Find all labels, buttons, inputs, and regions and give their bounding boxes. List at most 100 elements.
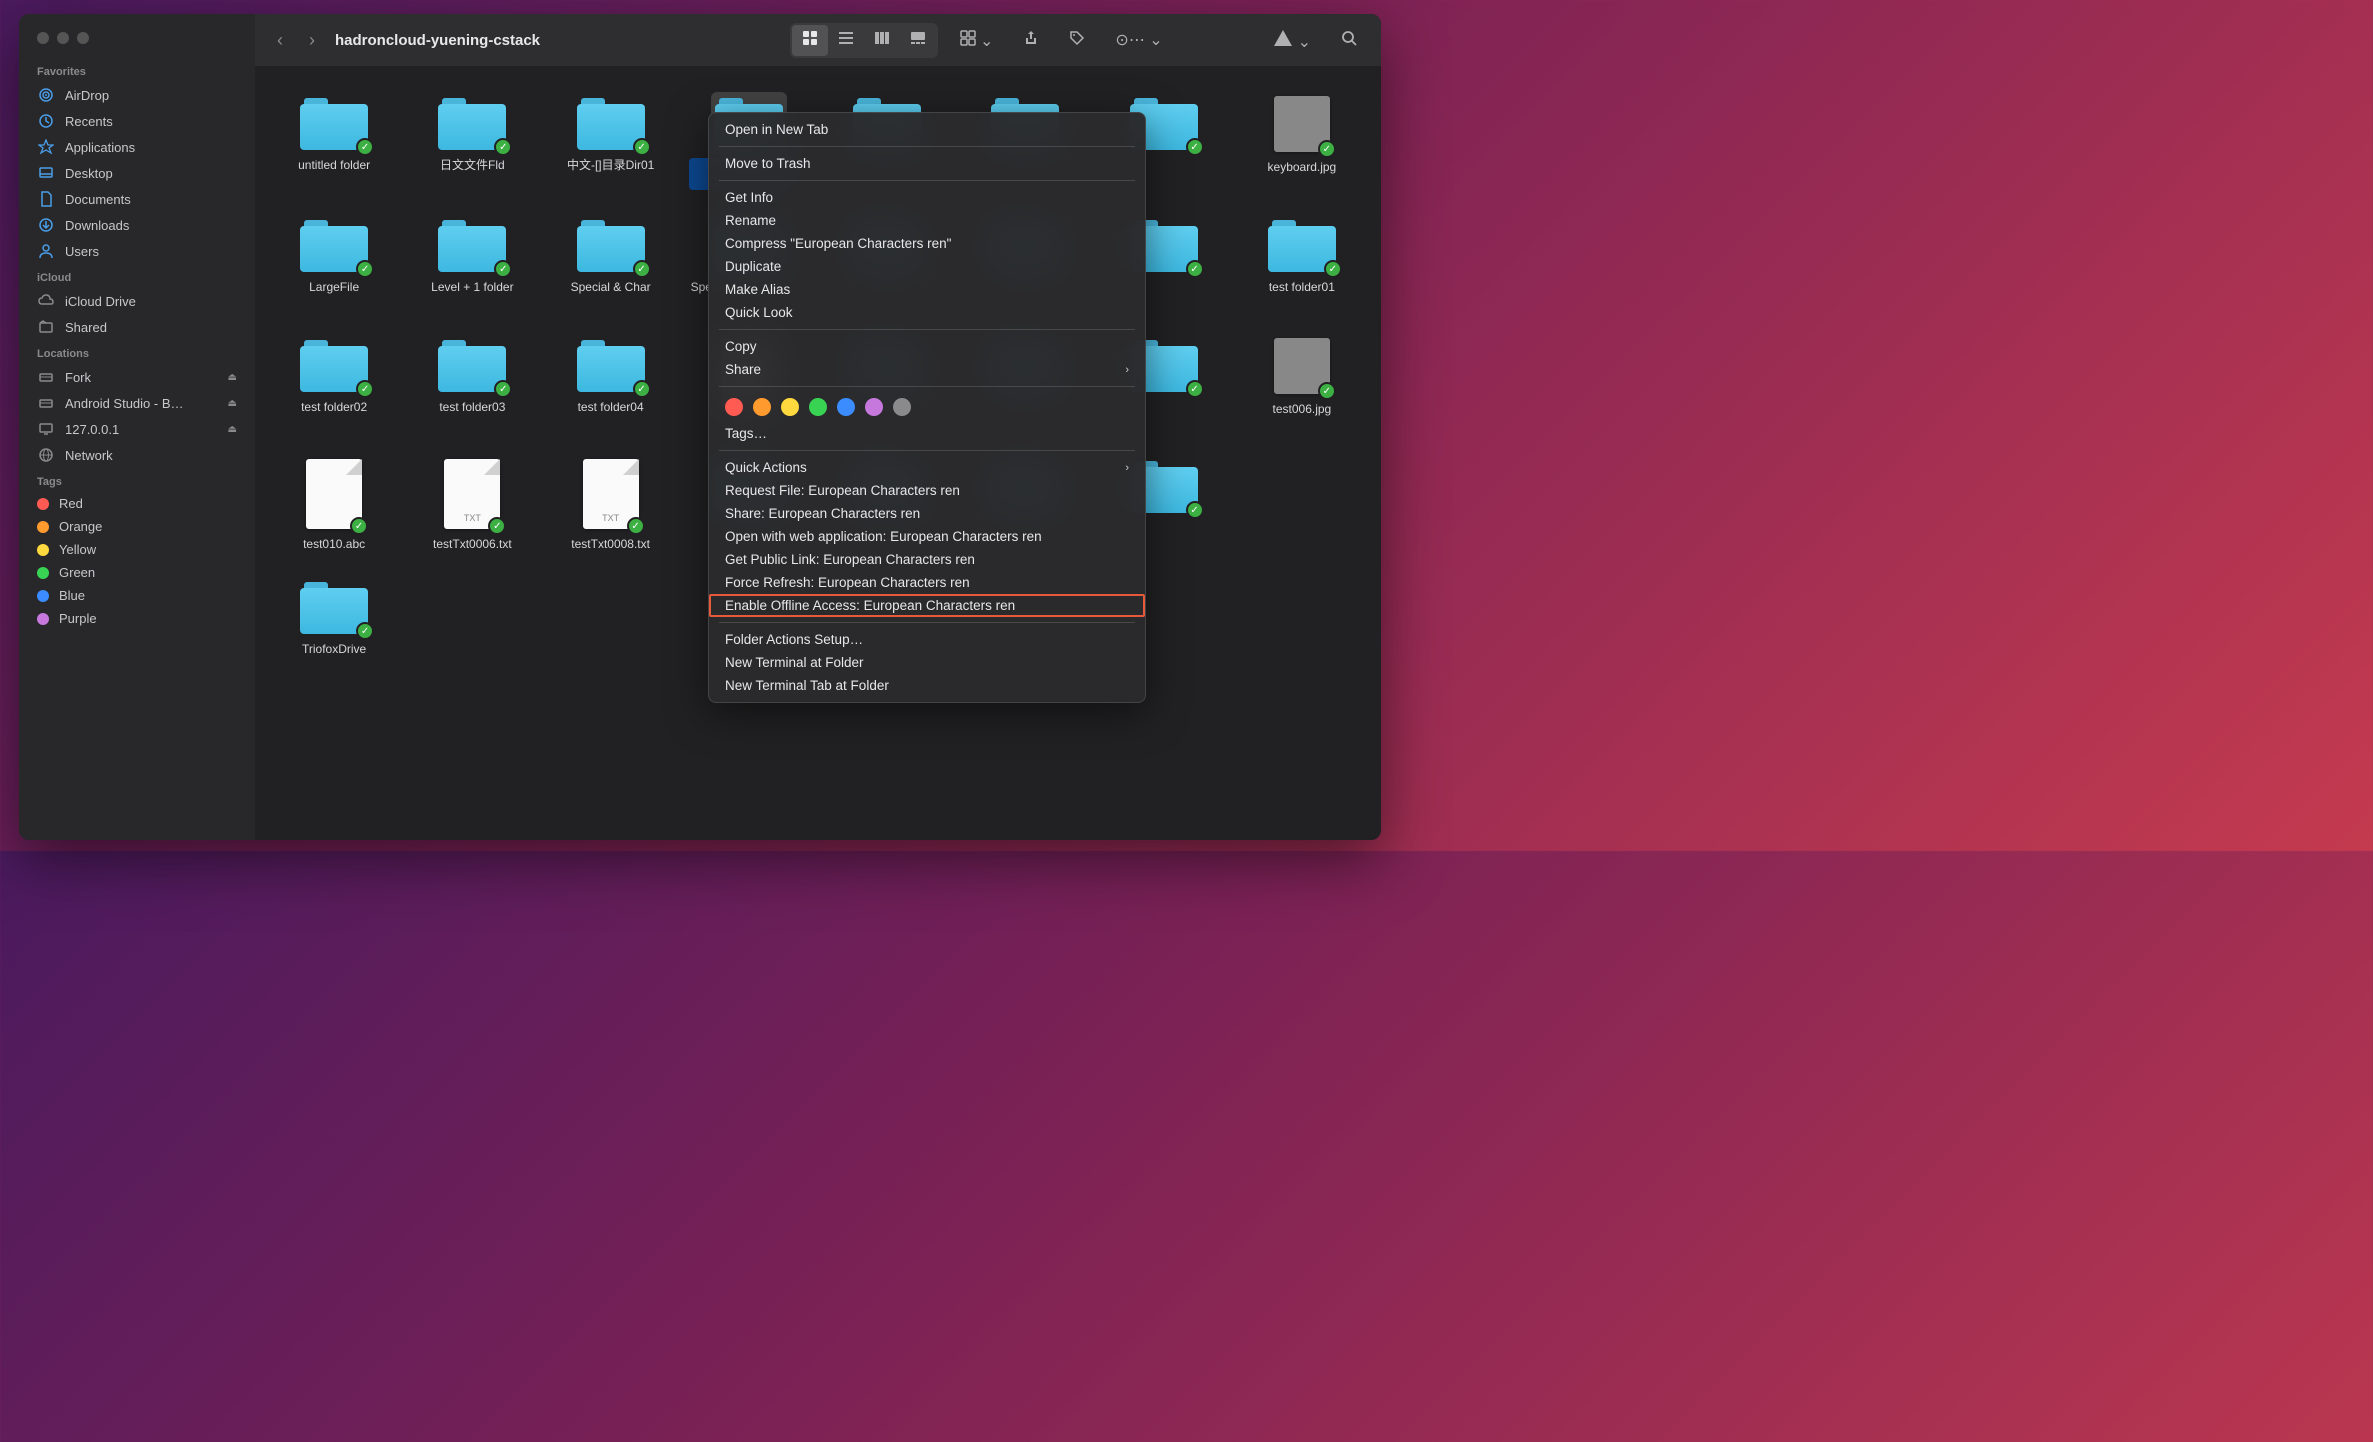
forward-button[interactable]: › [303, 26, 321, 55]
file-label: test006.jpg [1273, 402, 1332, 417]
sidebar-item-recents[interactable]: Recents [19, 108, 255, 134]
menu-rename[interactable]: Rename [709, 209, 1145, 232]
share-button[interactable] [1015, 25, 1047, 56]
menu-share[interactable]: Share› [709, 358, 1145, 381]
sidebar-item-orange[interactable]: Orange [19, 515, 255, 538]
list-view-button[interactable] [828, 25, 864, 56]
sidebar-item-blue[interactable]: Blue [19, 584, 255, 607]
tag-button[interactable] [1061, 25, 1093, 56]
sidebar-item-airdrop[interactable]: AirDrop [19, 82, 255, 108]
file-item[interactable]: ✓test006.jpg [1239, 328, 1365, 437]
tag-color-button[interactable] [893, 398, 911, 416]
sidebar-item-desktop[interactable]: Desktop [19, 160, 255, 186]
file-item[interactable]: ✓test010.abc [271, 449, 397, 558]
tag-color-button[interactable] [753, 398, 771, 416]
menu-open-web[interactable]: Open with web application: European Char… [709, 525, 1145, 548]
sidebar-item-applications[interactable]: Applications [19, 134, 255, 160]
eject-icon[interactable]: ⏏ [228, 424, 237, 435]
menu-new-terminal-tab[interactable]: New Terminal Tab at Folder [709, 674, 1145, 697]
sidebar: Favorites AirDropRecentsApplicationsDesk… [19, 14, 255, 840]
column-view-button[interactable] [864, 25, 900, 56]
menu-duplicate[interactable]: Duplicate [709, 255, 1145, 278]
menu-force-refresh[interactable]: Force Refresh: European Characters ren [709, 571, 1145, 594]
sidebar-item-fork[interactable]: Fork⏏ [19, 364, 255, 390]
menu-folder-actions[interactable]: Folder Actions Setup… [709, 628, 1145, 651]
sidebar-item-icloud-drive[interactable]: iCloud Drive [19, 288, 255, 314]
file-item[interactable]: TXT✓testTxt0008.txt [548, 449, 674, 558]
menu-quick-actions[interactable]: Quick Actions› [709, 456, 1145, 479]
menu-offline-access[interactable]: Enable Offline Access: European Characte… [709, 594, 1145, 617]
tag-color-button[interactable] [809, 398, 827, 416]
file-item[interactable]: ✓untitled folder [271, 86, 397, 196]
window-title: hadroncloud-yuening-cstack [335, 32, 540, 49]
file-item[interactable]: ✓test folder01 [1239, 208, 1365, 316]
tag-color-button[interactable] [837, 398, 855, 416]
menu-get-info[interactable]: Get Info [709, 186, 1145, 209]
menu-copy[interactable]: Copy [709, 335, 1145, 358]
sidebar-item-network[interactable]: Network [19, 442, 255, 468]
file-item[interactable]: ✓test folder03 [409, 328, 535, 437]
sidebar-item-green[interactable]: Green [19, 561, 255, 584]
tag-color-button[interactable] [865, 398, 883, 416]
divider [719, 622, 1135, 623]
menu-public-link[interactable]: Get Public Link: European Characters ren [709, 548, 1145, 571]
gallery-view-button[interactable] [900, 25, 936, 56]
menu-move-trash[interactable]: Move to Trash [709, 152, 1145, 175]
action-button[interactable]: ⊙⋯ ⌄ [1107, 25, 1170, 55]
tag-dot-icon [37, 544, 49, 556]
menu-make-alias[interactable]: Make Alias [709, 278, 1145, 301]
eject-icon[interactable]: ⏏ [228, 398, 237, 409]
minimize-button[interactable] [57, 32, 69, 44]
back-button[interactable]: ‹ [271, 26, 289, 55]
sidebar-item-label: Recents [65, 114, 113, 129]
maximize-button[interactable] [77, 32, 89, 44]
icon-view-button[interactable] [792, 25, 828, 56]
close-button[interactable] [37, 32, 49, 44]
sidebar-item-label: Documents [65, 192, 131, 207]
menu-share-item[interactable]: Share: European Characters ren [709, 502, 1145, 525]
file-item[interactable]: TXT✓testTxt0006.txt [409, 449, 535, 558]
group-button[interactable]: ⌄ [952, 25, 1002, 56]
eject-icon[interactable]: ⏏ [228, 372, 237, 383]
sidebar-item-android-studio-b-[interactable]: Android Studio - B…⏏ [19, 390, 255, 416]
file-item[interactable]: ✓keyboard.jpg [1239, 86, 1365, 196]
sync-check-icon: ✓ [494, 380, 512, 398]
sync-check-icon: ✓ [488, 517, 506, 535]
file-item[interactable]: ✓test folder02 [271, 328, 397, 437]
file-item[interactable]: ✓LargeFile [271, 208, 397, 316]
sidebar-item-red[interactable]: Red [19, 492, 255, 515]
sidebar-item-users[interactable]: Users [19, 238, 255, 264]
tag-color-button[interactable] [781, 398, 799, 416]
menu-request-file[interactable]: Request File: European Characters ren [709, 479, 1145, 502]
file-item[interactable]: ✓test folder04 [548, 328, 674, 437]
menu-new-terminal[interactable]: New Terminal at Folder [709, 651, 1145, 674]
toolbar: ‹ › hadroncloud-yuening-cstack ⌄ [255, 14, 1381, 66]
grid-icon [802, 30, 818, 46]
user-icon [37, 242, 55, 260]
file-item[interactable]: ✓Special & Char [548, 208, 674, 316]
tag-color-button[interactable] [725, 398, 743, 416]
file-item[interactable]: ✓中文-[]目录Dir01 [548, 86, 674, 196]
file-item[interactable]: ✓Level + 1 folder [409, 208, 535, 316]
file-label: keyboard.jpg [1268, 160, 1337, 175]
sidebar-item-documents[interactable]: Documents [19, 186, 255, 212]
downloads-icon [37, 216, 55, 234]
file-label: TriofoxDrive [302, 642, 366, 657]
sidebar-item-downloads[interactable]: Downloads [19, 212, 255, 238]
sidebar-item-127-0-0-1[interactable]: 127.0.0.1⏏ [19, 416, 255, 442]
search-button[interactable] [1333, 25, 1365, 56]
sidebar-item-yellow[interactable]: Yellow [19, 538, 255, 561]
menu-compress[interactable]: Compress "European Characters ren" [709, 232, 1145, 255]
alert-button[interactable]: ⌄ [1265, 24, 1319, 57]
divider [719, 450, 1135, 451]
sidebar-item-label: Orange [59, 519, 102, 534]
menu-quick-look[interactable]: Quick Look [709, 301, 1145, 324]
divider [719, 180, 1135, 181]
file-item[interactable]: ✓日文文件Fld [409, 86, 535, 196]
sidebar-item-shared[interactable]: Shared [19, 314, 255, 340]
menu-open-new-tab[interactable]: Open in New Tab [709, 118, 1145, 141]
file-item[interactable]: ✓TriofoxDrive [271, 570, 397, 663]
sidebar-item-purple[interactable]: Purple [19, 607, 255, 630]
menu-tags[interactable]: Tags… [709, 422, 1145, 445]
tag-dot-icon [37, 521, 49, 533]
